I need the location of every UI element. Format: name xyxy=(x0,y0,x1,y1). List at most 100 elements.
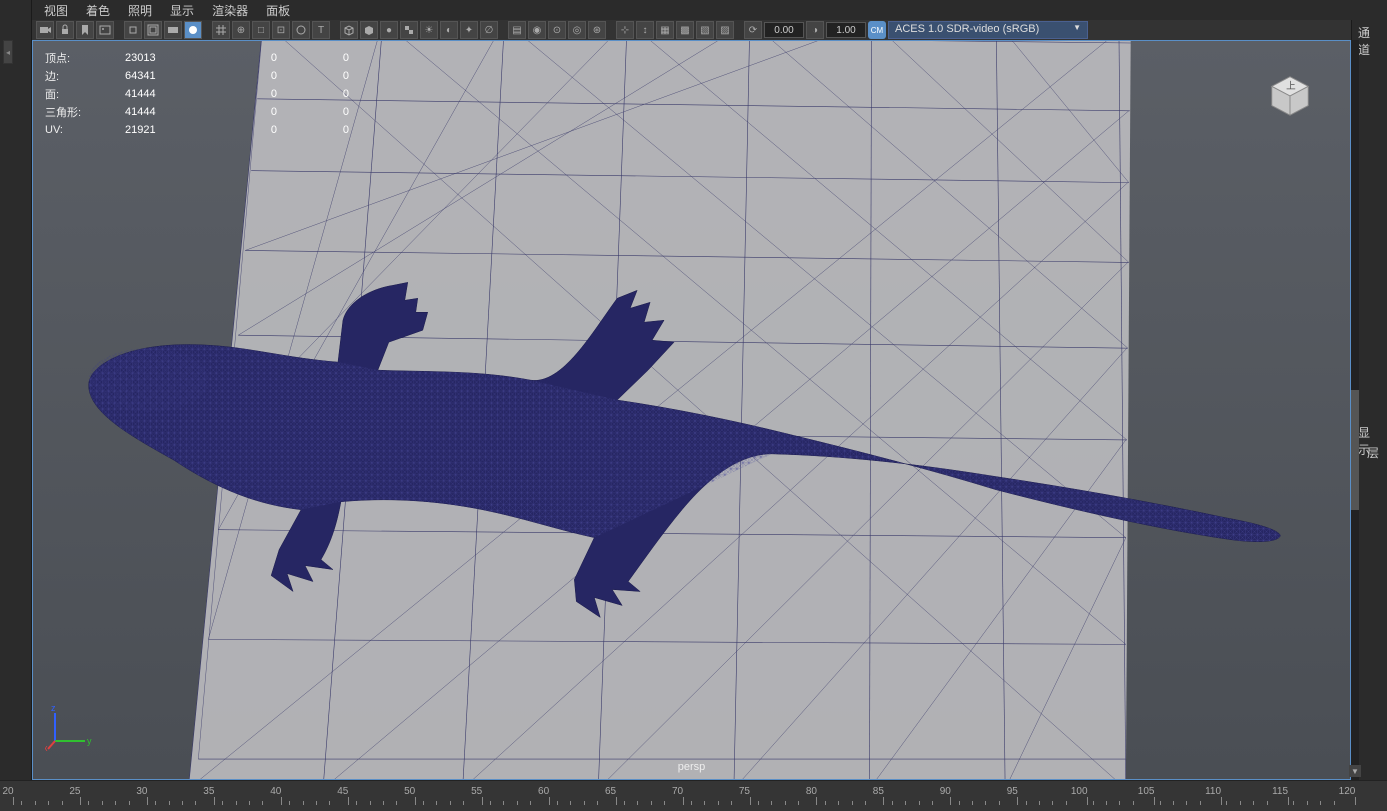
menu-view[interactable]: 视图 xyxy=(44,2,68,19)
stat-value: 23013 xyxy=(125,52,205,64)
vertical-scrollbar[interactable] xyxy=(1351,40,1359,780)
film-origin-btn[interactable]: ⊕ xyxy=(232,21,250,39)
film-gate-btn[interactable] xyxy=(124,21,142,39)
grid-btn[interactable] xyxy=(212,21,230,39)
viewport[interactable]: 顶点: 23013 0 0 边: 64341 0 0 面: 41444 0 0 … xyxy=(32,40,1351,780)
light-btn[interactable]: ☀ xyxy=(420,21,438,39)
stat-value: 0 xyxy=(277,52,349,64)
menu-panels[interactable]: 面板 xyxy=(266,2,290,19)
poly-stats-hud: 顶点: 23013 0 0 边: 64341 0 0 面: 41444 0 0 … xyxy=(45,49,349,139)
layer-tab[interactable]: 层 xyxy=(1361,440,1385,465)
timeline-tick[interactable]: 80 xyxy=(811,786,822,805)
color-btn[interactable]: ▧ xyxy=(696,21,714,39)
stat-row-tris: 三角形: 41444 0 0 xyxy=(45,103,349,121)
stat-value: 41444 xyxy=(125,88,205,100)
timeline-tick[interactable]: 120 xyxy=(1347,786,1364,805)
cube-solid-btn[interactable] xyxy=(360,21,378,39)
viewcube[interactable]: 上 xyxy=(1266,71,1314,119)
stat-value: 0 xyxy=(277,70,349,82)
exposure-field[interactable] xyxy=(764,22,804,38)
shadow-btn[interactable]: ◐ xyxy=(440,21,458,39)
timeline-tick[interactable]: 50 xyxy=(410,786,421,805)
camera-lock-btn[interactable] xyxy=(56,21,74,39)
left-toggle[interactable]: ◂ xyxy=(3,40,13,64)
stat-value: 0 xyxy=(205,88,277,100)
gamma-field[interactable] xyxy=(826,22,866,38)
stat-row-faces: 面: 41444 0 0 xyxy=(45,85,349,103)
cube-wire-btn[interactable] xyxy=(340,21,358,39)
time-ruler[interactable]: 2025303540455055606570758085909510010511… xyxy=(8,781,1347,805)
stat-label: 三角形: xyxy=(45,104,125,120)
svg-text:x: x xyxy=(45,743,48,751)
timeline-tick[interactable]: 95 xyxy=(1012,786,1023,805)
timeline-tick[interactable]: 70 xyxy=(678,786,689,805)
gate-mask-btn[interactable] xyxy=(164,21,182,39)
color-space-dropdown[interactable]: ACES 1.0 SDR-video (sRGB) xyxy=(888,21,1088,39)
bookmark-btn[interactable] xyxy=(76,21,94,39)
timeline-tick[interactable]: 55 xyxy=(477,786,488,805)
stat-row-edges: 边: 64341 0 0 xyxy=(45,67,349,85)
camera-name-label: persp xyxy=(678,761,706,773)
menu-shading[interactable]: 着色 xyxy=(86,2,110,19)
stat-value: 0 xyxy=(277,88,349,100)
stat-value: 0 xyxy=(205,70,277,82)
timeline-tick[interactable]: 35 xyxy=(209,786,220,805)
wireframe-btn[interactable] xyxy=(292,21,310,39)
scroll-down-icon[interactable]: ▼ xyxy=(1349,765,1361,777)
xray-joints-btn[interactable]: ⊛ xyxy=(588,21,606,39)
stat-value: 41444 xyxy=(125,106,205,118)
timeline-tick[interactable]: 90 xyxy=(945,786,956,805)
uv-btn[interactable]: ▩ xyxy=(676,21,694,39)
dof-btn[interactable]: ◉ xyxy=(528,21,546,39)
stat-label: UV: xyxy=(45,124,125,136)
gamma-icon[interactable]: ◑ xyxy=(806,21,824,39)
svg-text:y: y xyxy=(87,736,92,746)
svg-text:z: z xyxy=(51,703,56,713)
xray-btn[interactable]: ◎ xyxy=(568,21,586,39)
safe-title-btn[interactable]: ⊡ xyxy=(272,21,290,39)
camera-select-btn[interactable] xyxy=(36,21,54,39)
timeline-tick[interactable]: 65 xyxy=(611,786,622,805)
refresh-icon[interactable]: ⟳ xyxy=(744,21,762,39)
safe-action-btn[interactable]: □ xyxy=(252,21,270,39)
timeline-tick[interactable]: 60 xyxy=(544,786,555,805)
stat-value: 0 xyxy=(205,52,277,64)
display-btn[interactable]: ▨ xyxy=(716,21,734,39)
timeline-tick[interactable]: 45 xyxy=(343,786,354,805)
stat-value: 0 xyxy=(277,124,349,136)
poly-count-btn[interactable]: ▦ xyxy=(656,21,674,39)
shading-smooth-btn[interactable] xyxy=(184,21,202,39)
sphere-btn[interactable]: ● xyxy=(380,21,398,39)
color-management-btn[interactable]: CM xyxy=(868,21,886,39)
image-plane-btn[interactable] xyxy=(96,21,114,39)
viewport-toolbar: ⊕ □ ⊡ T ● ☀ ◐ ✦ ∅ ▤ ◉ ⊙ ◎ ⊛ ⊹ ↕ ▦ ▩ ▧ ▨ … xyxy=(32,20,1377,40)
axis-gizmo[interactable]: z y x xyxy=(45,701,95,751)
timeline-tick[interactable]: 85 xyxy=(878,786,889,805)
menu-show[interactable]: 显示 xyxy=(170,2,194,19)
menu-renderer[interactable]: 渲染器 xyxy=(212,2,248,19)
transparent-sort-btn[interactable]: ↕ xyxy=(636,21,654,39)
menu-lighting[interactable]: 照明 xyxy=(128,2,152,19)
timeline-tick[interactable]: 30 xyxy=(142,786,153,805)
timeline-tick[interactable]: 75 xyxy=(744,786,755,805)
timeline-tick[interactable]: 20 xyxy=(8,786,19,805)
isolate-btn[interactable]: ⊙ xyxy=(548,21,566,39)
solid-btn[interactable]: T xyxy=(312,21,330,39)
stat-label: 边: xyxy=(45,68,125,84)
textured-btn[interactable] xyxy=(400,21,418,39)
timeline-tick[interactable]: 25 xyxy=(75,786,86,805)
left-strip: ◂ xyxy=(0,0,32,780)
stat-value: 0 xyxy=(205,106,277,118)
stat-label: 顶点: xyxy=(45,50,125,66)
scrollbar-thumb[interactable] xyxy=(1351,390,1359,510)
motion-blur-btn[interactable]: ∅ xyxy=(480,21,498,39)
msaa-btn[interactable]: ▤ xyxy=(508,21,526,39)
timeline[interactable]: 2025303540455055606570758085909510010511… xyxy=(0,780,1387,811)
stat-row-verts: 顶点: 23013 0 0 xyxy=(45,49,349,67)
resolution-gate-btn[interactable] xyxy=(144,21,162,39)
viewport-menu-bar: 视图 着色 照明 显示 渲染器 面板 xyxy=(40,0,294,20)
ao-btn[interactable]: ✦ xyxy=(460,21,478,39)
joint-size-btn[interactable]: ⊹ xyxy=(616,21,634,39)
timeline-tick[interactable]: 40 xyxy=(276,786,287,805)
viewport-canvas[interactable] xyxy=(33,41,1350,779)
